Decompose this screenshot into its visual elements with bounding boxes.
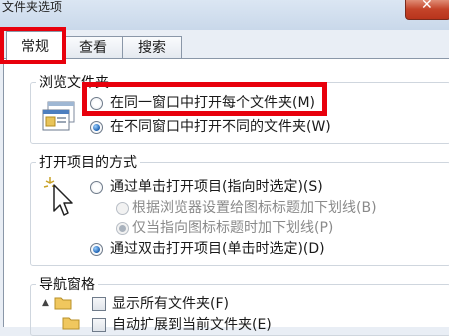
tab-general-annotation	[0, 27, 66, 64]
auto-expand-label[interactable]: 自动扩展到当前文件夹(E)	[112, 314, 272, 334]
mouse-pointer-icon	[43, 177, 73, 216]
underline-browser-label[interactable]: 根据浏览器设置给图标标题加下划线(B)	[132, 197, 377, 217]
close-button[interactable]: ✕	[405, 0, 449, 20]
single-click-label[interactable]: 通过单击打开项目(指向时选定)(S)	[110, 176, 323, 196]
tab-view[interactable]: 查看	[62, 36, 124, 59]
navigation-pane-title: 导航窗格	[36, 274, 98, 294]
tab-view-label: 查看	[79, 40, 107, 56]
tab-search[interactable]: 搜索	[122, 36, 182, 59]
folder-icon	[54, 297, 72, 310]
different-window-radio[interactable]	[90, 121, 103, 134]
different-window-label[interactable]: 在不同窗口中打开不同的文件夹(W)	[110, 116, 331, 136]
show-all-folders-label[interactable]: 显示所有文件夹(F)	[112, 293, 229, 313]
folder-window-icon	[42, 101, 75, 131]
title-bar: 文件夹选项 ✕	[0, 0, 449, 30]
same-window-annotation	[82, 82, 327, 116]
subfolder-icon	[62, 317, 80, 330]
expand-arrow-icon: ▲	[42, 298, 49, 308]
single-click-radio[interactable]	[90, 181, 103, 194]
open-items-title: 打开项目的方式	[36, 152, 140, 172]
auto-expand-checkbox[interactable]	[92, 318, 106, 332]
window-title: 文件夹选项	[2, 0, 63, 14]
close-icon: ✕	[421, 0, 433, 13]
underline-hover-radio[interactable]	[116, 222, 129, 235]
double-click-label[interactable]: 通过双击打开项目(单击时选定)(D)	[110, 238, 325, 258]
tab-search-label: 搜索	[138, 40, 166, 56]
underline-hover-label[interactable]: 仅当指向图标标题时加下划线(P)	[132, 217, 333, 237]
underline-browser-radio[interactable]	[116, 202, 129, 215]
show-all-folders-checkbox[interactable]	[92, 297, 106, 311]
double-click-radio[interactable]	[90, 243, 103, 256]
